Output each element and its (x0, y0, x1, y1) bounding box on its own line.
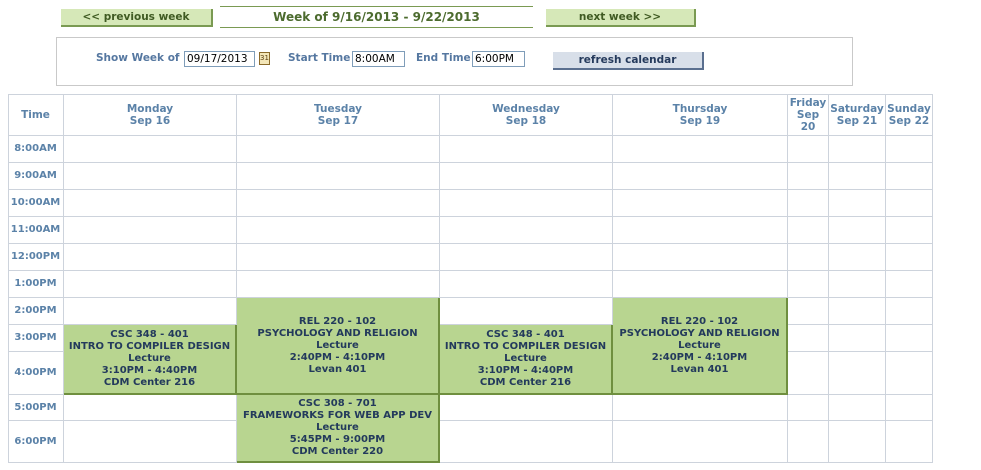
event-type: Lecture (316, 339, 359, 351)
event-type: Lecture (678, 339, 721, 351)
day-header-monday: Monday Sep 16 (64, 94, 236, 135)
event-title: INTRO TO COMPILER DESIGN (68, 341, 231, 352)
day-header-tuesday: Tuesday Sep 17 (237, 94, 439, 135)
day-name: Friday (789, 96, 827, 109)
calendar-icon[interactable]: 31 (259, 52, 270, 65)
day-header-wednesday: Wednesday Sep 18 (440, 94, 612, 135)
event-course: REL 220 - 102 (660, 315, 739, 327)
grid-line (8, 162, 933, 163)
event-time: 2:40PM - 4:10PM (651, 351, 748, 363)
next-week-button[interactable]: next week >> (546, 9, 696, 27)
start-time-input[interactable] (352, 51, 405, 67)
end-time-input[interactable] (472, 51, 525, 67)
time-column-header: Time (21, 108, 50, 121)
time-label: 9:00AM (14, 170, 57, 181)
event-course: CSC 348 - 401 (110, 329, 189, 340)
grid-line (885, 94, 886, 463)
time-label: 1:00PM (14, 278, 57, 289)
grid-line (8, 420, 933, 421)
grid-line (8, 189, 933, 190)
grid-line (787, 94, 788, 463)
time-label: 10:00AM (10, 197, 61, 208)
event-course: CSC 308 - 701 (298, 398, 377, 409)
day-header-friday: Friday Sep 20 (788, 94, 828, 135)
event-time: 3:10PM - 4:40PM (101, 365, 198, 376)
event-block-rel220-thursday[interactable]: REL 220 - 102 PSYCHOLOGY AND RELIGION Le… (613, 298, 788, 395)
day-name: Wednesday (492, 102, 560, 115)
event-course: CSC 348 - 401 (486, 329, 565, 340)
grid-line (8, 216, 933, 217)
grid-line (8, 462, 933, 463)
event-location: CDM Center 220 (291, 446, 384, 457)
event-location: Levan 401 (670, 363, 729, 375)
refresh-calendar-button[interactable]: refresh calendar (553, 52, 704, 70)
grid-line (63, 94, 64, 463)
day-date: Sep 22 (888, 114, 930, 127)
time-label: 2:00PM (14, 305, 57, 316)
day-date: Sep 21 (836, 114, 878, 127)
day-date: 20 (800, 120, 816, 133)
event-title: PSYCHOLOGY AND RELIGION (257, 327, 418, 339)
event-time: 2:40PM - 4:10PM (289, 351, 386, 363)
day-name: Thursday (672, 102, 728, 115)
time-label: 8:00AM (14, 143, 57, 154)
time-label: 11:00AM (10, 224, 61, 235)
time-label: 5:00PM (14, 401, 57, 413)
event-time: 3:10PM - 4:40PM (477, 365, 574, 376)
week-title: Week of 9/16/2013 - 9/22/2013 (220, 6, 533, 28)
grid-line (828, 94, 829, 463)
event-type: Lecture (128, 353, 171, 364)
day-header-sunday: Sunday Sep 22 (886, 94, 932, 135)
day-date: Sep 16 (129, 114, 171, 127)
show-week-label: Show Week of (96, 52, 180, 64)
event-type: Lecture (316, 422, 359, 433)
previous-week-button[interactable]: << previous week (61, 9, 213, 27)
day-date: Sep (796, 108, 820, 121)
grid-line (8, 243, 933, 244)
day-date: Sep 18 (505, 114, 547, 127)
grid-line (8, 135, 933, 136)
day-name: Sunday (887, 102, 931, 115)
event-location: CDM Center 216 (479, 377, 572, 388)
day-date: Sep 19 (679, 114, 721, 127)
weekly-calendar-grid: Time Monday Sep 16 Tuesday Sep 17 Wednes… (8, 94, 933, 463)
event-block-csc348-wednesday[interactable]: CSC 348 - 401 INTRO TO COMPILER DESIGN L… (440, 325, 613, 395)
time-label: 12:00PM (10, 251, 61, 262)
time-label: 4:00PM (14, 367, 57, 378)
event-location: CDM Center 216 (103, 377, 196, 388)
grid-line (8, 270, 933, 271)
event-block-csc348-monday[interactable]: CSC 348 - 401 INTRO TO COMPILER DESIGN L… (64, 325, 237, 395)
grid-line (932, 94, 933, 463)
event-block-csc308-tuesday[interactable]: CSC 308 - 701 FRAMEWORKS FOR WEB APP DEV… (237, 395, 440, 463)
grid-line (612, 94, 613, 463)
day-header-thursday: Thursday Sep 19 (613, 94, 787, 135)
event-title: FRAMEWORKS FOR WEB APP DEV (243, 410, 432, 421)
start-time-label: Start Time (288, 52, 351, 64)
time-label: 3:00PM (14, 332, 57, 343)
show-week-input[interactable] (184, 51, 255, 67)
event-block-rel220-tuesday[interactable]: REL 220 - 102 PSYCHOLOGY AND RELIGION Le… (237, 298, 440, 395)
event-course: REL 220 - 102 (298, 315, 377, 327)
day-header-saturday: Saturday Sep 21 (829, 94, 885, 135)
calendar-controls: Show Week of 31 Start Time End Time refr… (56, 37, 853, 86)
end-time-label: End Time (416, 52, 471, 64)
grid-line (8, 297, 933, 298)
day-name: Monday (126, 102, 174, 115)
event-title: PSYCHOLOGY AND RELIGION (619, 327, 780, 339)
event-location: Levan 401 (308, 363, 367, 375)
event-time: 5:45PM - 9:00PM (289, 434, 386, 445)
time-label: 6:00PM (14, 435, 57, 447)
event-title: INTRO TO COMPILER DESIGN (444, 341, 607, 352)
day-name: Tuesday (314, 102, 362, 115)
event-type: Lecture (504, 353, 547, 364)
day-date: Sep 17 (317, 114, 359, 127)
day-name: Saturday (830, 102, 884, 115)
